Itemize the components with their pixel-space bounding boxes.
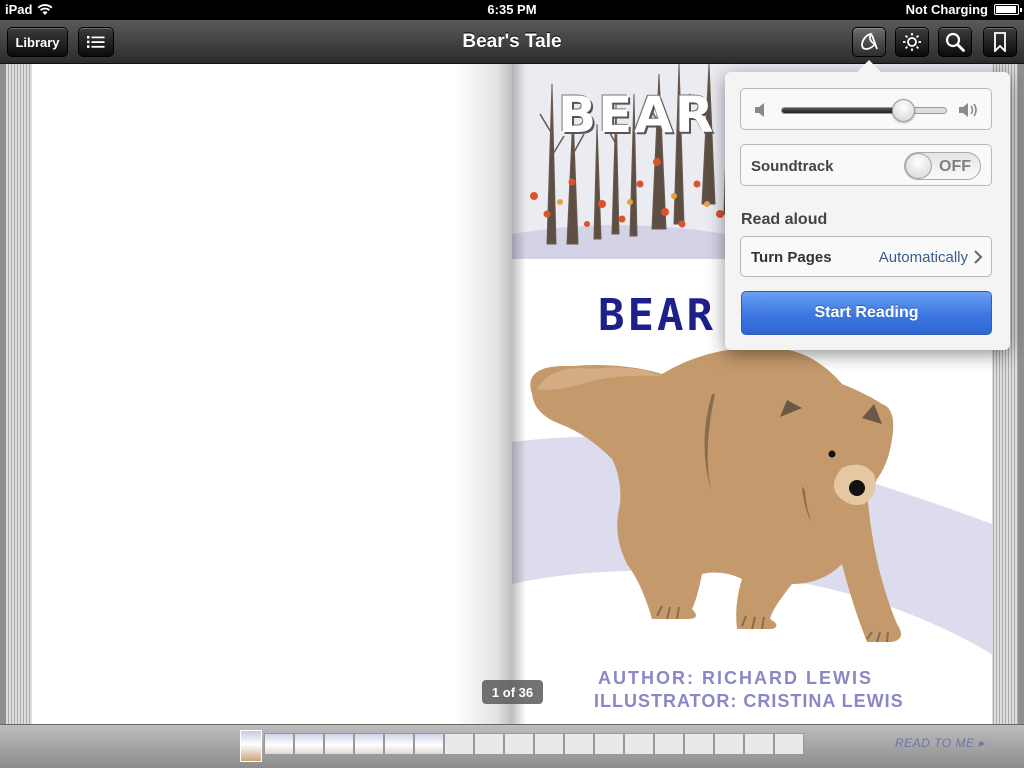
volume-control	[740, 88, 992, 130]
page-thumbnail[interactable]	[684, 733, 714, 755]
volume-high-icon	[959, 103, 977, 117]
start-reading-button[interactable]: Start Reading	[741, 291, 992, 335]
read-to-me-label[interactable]: READ TO ME ▸	[895, 736, 985, 750]
popover-arrow	[856, 60, 882, 73]
page-thumbnail[interactable]	[534, 733, 564, 755]
audio-popover: Soundtrack OFF Read aloud Turn Pages Aut…	[725, 72, 1010, 350]
turn-pages-value: Automatically	[878, 249, 968, 266]
brightness-icon	[903, 33, 921, 51]
page-thumbnail[interactable]	[324, 733, 354, 755]
cover-illustrator: ILLUSTRATOR: CRISTINA LEWIS	[594, 691, 904, 711]
soundtrack-toggle-knob	[905, 153, 932, 179]
page-thumbnail[interactable]	[384, 733, 414, 755]
page-thumbnails[interactable]	[240, 730, 804, 762]
page-thumbnail[interactable]	[414, 733, 444, 755]
page-thumbnail[interactable]	[774, 733, 804, 755]
chevron-right-icon	[974, 250, 983, 264]
page-thumbnail[interactable]	[744, 733, 774, 755]
battery-icon	[994, 4, 1022, 15]
page-thumbnail[interactable]	[624, 733, 654, 755]
bookmark-button[interactable]	[983, 27, 1017, 57]
page-thumbnail[interactable]	[474, 733, 504, 755]
page-scrubber-bar: READ TO ME ▸	[0, 724, 1024, 768]
cover-title-top: BEAR	[558, 86, 716, 144]
current-page-thumbnail[interactable]	[240, 730, 262, 762]
search-button[interactable]	[938, 27, 972, 57]
volume-slider-knob[interactable]	[892, 99, 916, 122]
turn-pages-label: Turn Pages	[751, 249, 832, 266]
status-bar: iPad 6:35 PM Not Charging	[0, 0, 1024, 20]
page-spine-shadow	[512, 64, 526, 724]
page-thumbnail[interactable]	[264, 733, 294, 755]
volume-slider-fill	[782, 108, 904, 113]
volume-low-icon	[755, 103, 764, 117]
soundtrack-label: Soundtrack	[751, 158, 834, 175]
turn-pages-row[interactable]: Turn Pages Automatically	[740, 236, 992, 277]
page-thumbnail[interactable]	[654, 733, 684, 755]
battery-status: Not Charging	[905, 2, 988, 17]
soundtrack-row: Soundtrack OFF	[740, 144, 992, 186]
read-to-me-text: READ TO ME	[895, 736, 975, 750]
audio-icon	[861, 32, 878, 50]
page-thumbnail[interactable]	[444, 733, 474, 755]
page-thumbnail[interactable]	[714, 733, 744, 755]
status-right: Not Charging	[905, 2, 1022, 17]
read-aloud-heading: Read aloud	[741, 211, 828, 228]
soundtrack-toggle-state: OFF	[939, 158, 971, 175]
bookmark-icon	[994, 32, 1006, 52]
page-counter: 1 of 36	[482, 680, 543, 704]
soundtrack-toggle[interactable]: OFF	[904, 152, 981, 180]
volume-slider[interactable]	[781, 99, 947, 122]
page-thumbnail[interactable]	[594, 733, 624, 755]
search-icon	[945, 32, 965, 52]
play-arrow-icon: ▸	[978, 736, 985, 750]
cover-author: AUTHOR: RICHARD LEWIS	[598, 668, 873, 688]
left-page[interactable]	[32, 64, 512, 724]
brightness-button[interactable]	[895, 27, 929, 57]
page-thumbnail[interactable]	[504, 733, 534, 755]
cover-title-main: BEAR	[598, 290, 716, 341]
page-thumbnail[interactable]	[294, 733, 324, 755]
toolbar: Library Bear's Tale	[0, 20, 1024, 64]
page-thumbnail[interactable]	[354, 733, 384, 755]
audio-button[interactable]	[852, 27, 886, 57]
status-time: 6:35 PM	[487, 2, 537, 17]
page-thumbnail[interactable]	[564, 733, 594, 755]
